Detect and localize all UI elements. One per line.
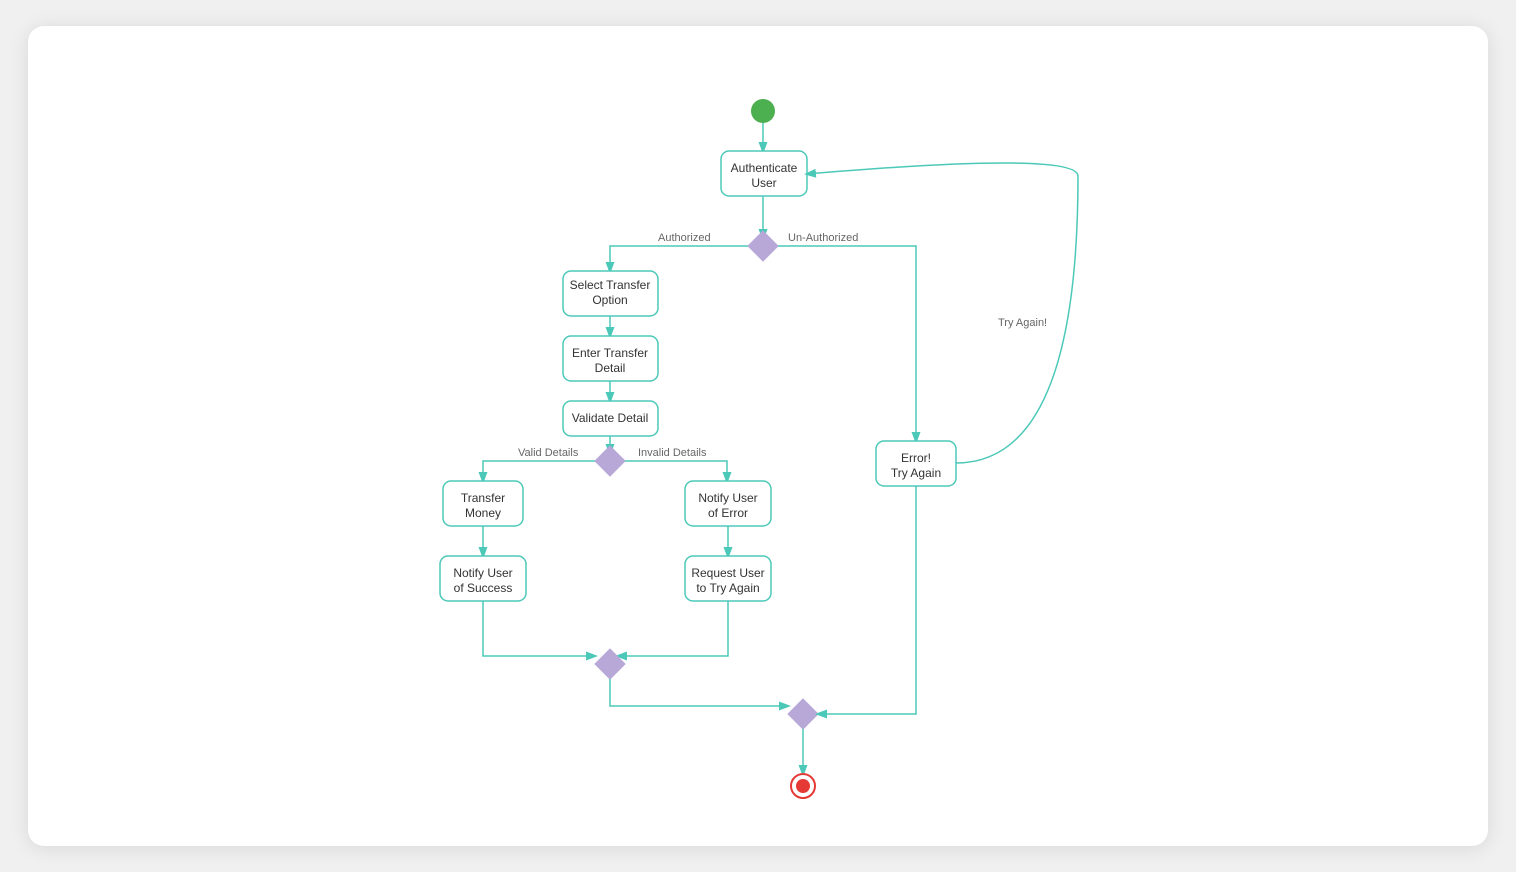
unauthorized-label: Un-Authorized [788,232,858,244]
select-transfer-label2: Option [592,293,627,307]
authenticate-label2: User [751,176,776,190]
request-try-again-label2: to Try Again [696,581,759,595]
decision4-diamond [788,699,818,729]
valid-details-label: Valid Details [518,447,579,459]
transfer-money-label: Transfer [461,491,505,505]
error-try-again-label2: Try Again [891,466,941,480]
invalid-details-label: Invalid Details [638,447,707,459]
transfer-money-label2: Money [465,506,501,520]
enter-detail-label2: Detail [595,361,626,375]
authorized-label: Authorized [658,232,711,244]
notify-error-label: Notify User [698,491,757,505]
enter-detail-label: Enter Transfer [572,346,648,360]
notify-error-label2: of Error [708,506,748,520]
diagram-canvas: Authenticate User Authorized Un-Authoriz… [28,26,1488,846]
start-node [751,99,775,123]
try-again-label: Try Again! [998,317,1047,329]
validate-detail-label: Validate Detail [572,411,649,425]
authenticate-label: Authenticate [731,161,798,175]
decision3-diamond [595,649,625,679]
notify-success-label: Notify User [453,566,512,580]
decision2-diamond [595,446,625,476]
decision1-diamond [748,231,778,261]
select-transfer-label: Select Transfer [570,278,651,292]
error-try-again-label: Error! [901,451,931,465]
notify-success-label2: of Success [454,581,513,595]
end-node-inner [796,779,810,793]
request-try-again-label: Request User [691,566,764,580]
